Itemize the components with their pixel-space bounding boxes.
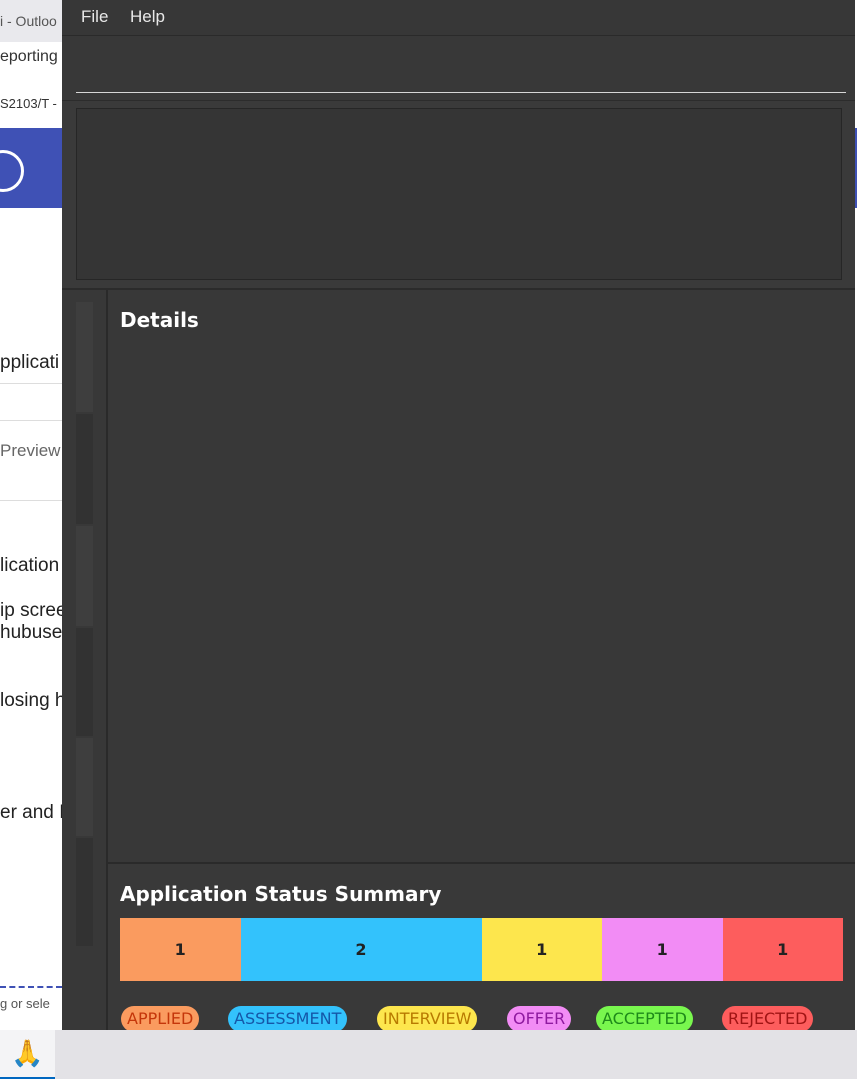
- command-input[interactable]: [76, 54, 846, 93]
- body-line: er and I: [0, 802, 62, 823]
- list-item[interactable]: [76, 628, 93, 736]
- command-box: [62, 36, 855, 101]
- app-window: File Help Details Application Status Sum…: [62, 0, 855, 1030]
- status-legend: APPLIED ASSESSMENT INTERVIEW OFFER ACCEPTED R…: [108, 1006, 855, 1030]
- status-bar: 12111: [120, 918, 843, 981]
- status-segment: 1: [602, 918, 723, 981]
- legend-rejected: REJECTED: [722, 1006, 814, 1030]
- list-item[interactable]: [76, 526, 93, 626]
- body-line: hubuse: [0, 622, 62, 643]
- details-title: Details: [120, 308, 199, 332]
- result-display: [76, 108, 842, 280]
- application-list-panel[interactable]: [62, 290, 108, 1030]
- list-item[interactable]: [76, 414, 93, 524]
- status-segment: 1: [481, 918, 602, 981]
- divider: [0, 500, 62, 501]
- taskbar: 🙏: [0, 1030, 857, 1079]
- background-browser: i - Outloo eporting S2103/T - pplicati P…: [0, 0, 62, 1030]
- legend-applied: APPLIED: [121, 1006, 200, 1030]
- menu-bar: File Help: [62, 0, 855, 36]
- body-line: ip scree: [0, 600, 62, 621]
- page-banner: [0, 128, 62, 208]
- legend-offer: OFFER: [507, 1006, 572, 1030]
- menu-help[interactable]: Help: [130, 7, 165, 27]
- divider: [0, 420, 62, 421]
- summary-title: Application Status Summary: [120, 882, 442, 906]
- status-segment: 1: [120, 918, 241, 981]
- course-tab-text[interactable]: S2103/T -: [0, 96, 57, 111]
- menu-file[interactable]: File: [81, 7, 108, 27]
- pray-app-icon[interactable]: 🙏: [0, 1030, 55, 1079]
- status-summary-panel: Application Status Summary 12111 APPLIED…: [108, 862, 855, 1030]
- legend-interview: INTERVIEW: [377, 1006, 478, 1030]
- page-heading: pplicati: [0, 352, 60, 373]
- preview-tab[interactable]: Preview: [0, 441, 60, 461]
- list-item[interactable]: [76, 838, 93, 946]
- lower-pane: Details Application Status Summary 12111…: [62, 288, 855, 1030]
- details-panel: Details: [108, 290, 855, 862]
- status-segment: 1: [722, 918, 843, 981]
- body-line: losing h: [0, 690, 62, 711]
- browser-tab[interactable]: i - Outloo: [0, 0, 62, 42]
- status-segment: 2: [240, 918, 482, 981]
- drop-zone-text[interactable]: g or sele: [0, 996, 50, 1011]
- drop-zone-border: [0, 986, 62, 988]
- bookmark-text[interactable]: eporting: [0, 48, 58, 66]
- legend-assessment: ASSESSMENT: [228, 1006, 348, 1030]
- divider: [0, 383, 62, 384]
- list-item[interactable]: [76, 302, 93, 412]
- banner-logo-icon: [0, 150, 24, 192]
- list-item[interactable]: [76, 738, 93, 836]
- legend-accepted: ACCEPTED: [596, 1006, 693, 1030]
- body-line: lication: [0, 555, 60, 576]
